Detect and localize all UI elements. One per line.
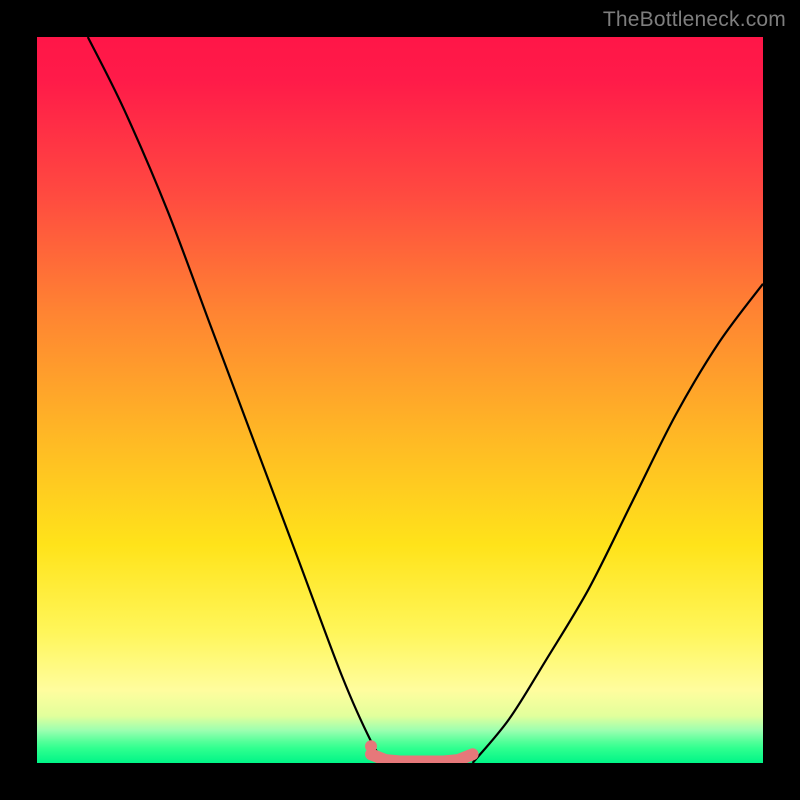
chart-frame: TheBottleneck.com — [0, 0, 800, 800]
floor-pink-segment — [371, 754, 473, 761]
right-curve — [473, 284, 763, 763]
plot-area — [37, 37, 763, 763]
floor-pink-dot — [365, 740, 377, 752]
chart-svg — [37, 37, 763, 763]
watermark-text: TheBottleneck.com — [603, 8, 786, 32]
left-curve — [88, 37, 386, 763]
